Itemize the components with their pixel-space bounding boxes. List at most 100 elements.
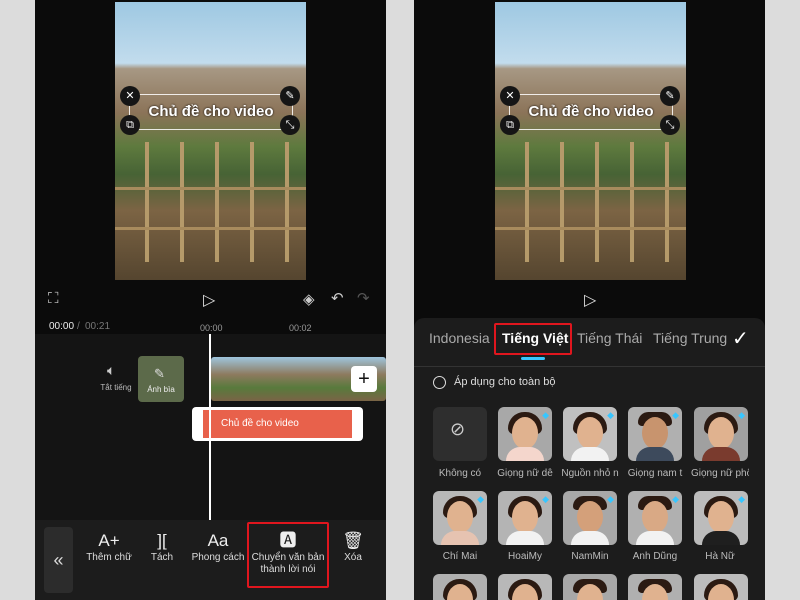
text-toolbar: « A+ Thêm chữ ][ Tách Aa Phong cách 🅰︎ C…	[35, 520, 386, 600]
voice-label: Giọng nữ phổ	[691, 468, 749, 479]
premium-gem-icon: ◆	[477, 494, 484, 504]
pencil-icon: ✎	[154, 366, 165, 381]
apply-all-radio[interactable]	[433, 376, 446, 389]
voice-label: Giọng nam t	[627, 468, 683, 479]
confirm-check-icon[interactable]: ✓	[732, 326, 749, 351]
voice-tile[interactable]	[433, 574, 487, 600]
voice-label: Chí Mai	[442, 551, 478, 562]
voice-tile[interactable]: ◆	[498, 407, 552, 461]
voice-tile[interactable]	[563, 574, 617, 600]
premium-gem-icon: ◆	[607, 494, 614, 504]
left-phone-screen: Chủ đề cho video ✕ ✎ ⧉ ⤡ ⛶ ▷ ◈ ↶ ↷ 00:00…	[35, 0, 386, 600]
no-voice-icon: ⊘	[450, 419, 466, 439]
edit-icon[interactable]: ✎	[280, 86, 300, 106]
text-clip-label: Chủ đề cho video	[203, 410, 352, 438]
video-preview[interactable]: Chủ đề cho video ✕ ✎ ⧉ ⤡	[495, 2, 686, 280]
text-clip[interactable]: Chủ đề cho video	[192, 407, 363, 441]
playhead[interactable]	[209, 334, 211, 520]
apply-all-label[interactable]: Áp dụng cho toàn bộ	[454, 376, 556, 388]
cover-label: Ảnh bìa	[147, 385, 175, 394]
style-icon: Aa	[207, 531, 229, 550]
video-preview[interactable]: Chủ đề cho video ✕ ✎ ⧉ ⤡	[115, 2, 306, 280]
video-title-overlay[interactable]: Chủ đề cho video	[510, 95, 672, 129]
text-overlay-box[interactable]: Chủ đề cho video	[129, 94, 293, 130]
total-time: 00:21	[85, 321, 111, 332]
voice-tile[interactable]: ◆	[628, 407, 682, 461]
voice-tile[interactable]: ◆	[694, 491, 748, 545]
fence-post	[560, 142, 564, 262]
close-icon[interactable]: ✕	[120, 86, 140, 106]
voice-label: Không có	[438, 468, 482, 479]
fullscreen-icon[interactable]: ⛶	[48, 290, 59, 307]
play-icon[interactable]: ▷	[584, 290, 596, 310]
split-icon: ][	[157, 531, 167, 550]
duplicate-icon[interactable]: ⧉	[120, 115, 140, 135]
premium-gem-icon: ◆	[672, 410, 679, 420]
voice-tile[interactable]	[628, 574, 682, 600]
fence-post	[250, 142, 254, 262]
text-to-speech-button[interactable]: 🅰︎ Chuyển văn bản thành lời nói	[249, 530, 327, 576]
delete-button[interactable]: 🗑︎ Xóa	[339, 530, 367, 564]
premium-gem-icon: ◆	[542, 410, 549, 420]
back-chevron-icon[interactable]: «	[44, 527, 73, 593]
tab-indonesia[interactable]: Indonesia	[429, 330, 490, 346]
voice-label: HoaiMy	[508, 551, 542, 562]
add-clip-button[interactable]: +	[351, 366, 377, 392]
tab-thai[interactable]: Tiếng Thái	[577, 330, 642, 346]
premium-gem-icon: ◆	[738, 494, 745, 504]
highlight-box	[494, 323, 572, 355]
divider	[414, 366, 765, 367]
fence-post	[285, 142, 289, 262]
redo-icon[interactable]: ↷	[357, 289, 370, 307]
text-to-speech-icon: 🅰︎	[279, 531, 297, 550]
premium-gem-icon: ◆	[607, 410, 614, 420]
premium-gem-icon: ◆	[738, 410, 745, 420]
fence-post	[145, 142, 149, 262]
voice-label: Nguồn nhỏ n	[561, 468, 619, 479]
ruler-mark: 00:00	[200, 323, 223, 333]
voice-label: Giọng nữ dễ	[497, 468, 553, 479]
text-overlay-box[interactable]: Chủ đề cho video	[509, 94, 673, 130]
voice-label: Hà Nữ	[705, 551, 735, 562]
voice-tile[interactable]: ◆	[563, 491, 617, 545]
voice-label: NamMin	[571, 551, 609, 562]
fence-rail	[495, 187, 686, 190]
resize-icon[interactable]: ⤡	[280, 115, 300, 135]
voice-tile-none[interactable]: ⊘	[433, 407, 487, 461]
voice-tile[interactable]	[498, 574, 552, 600]
voice-tile[interactable]: ◆	[694, 407, 748, 461]
voice-label: Anh Dũng	[632, 551, 678, 562]
ruler-mark: 00:02	[289, 323, 312, 333]
add-text-icon: A+	[98, 531, 120, 550]
fence-post	[215, 142, 219, 262]
video-title-overlay[interactable]: Chủ đề cho video	[130, 95, 292, 129]
close-icon[interactable]: ✕	[500, 86, 520, 106]
undo-icon[interactable]: ↶	[331, 289, 344, 307]
add-text-button[interactable]: A+ Thêm chữ	[83, 530, 135, 564]
cover-button[interactable]: ✎ Ảnh bìa	[138, 356, 184, 402]
fence-post	[665, 142, 669, 262]
fence-post	[180, 142, 184, 262]
voice-tile[interactable]	[694, 574, 748, 600]
speaker-icon[interactable]: 🔈︎	[107, 362, 115, 379]
split-button[interactable]: ][ Tách	[143, 530, 181, 564]
voice-tile[interactable]: ◆	[498, 491, 552, 545]
keyframe-icon[interactable]: ◈	[303, 290, 315, 308]
tab-chinese[interactable]: Tiếng Trung	[653, 330, 727, 346]
voice-tile[interactable]: ◆	[563, 407, 617, 461]
fence-post	[595, 142, 599, 262]
active-tab-indicator	[521, 357, 545, 360]
play-icon[interactable]: ▷	[203, 290, 215, 310]
resize-icon[interactable]: ⤡	[660, 115, 680, 135]
time-separator: /	[77, 321, 80, 332]
duplicate-icon[interactable]: ⧉	[500, 115, 520, 135]
trash-icon: 🗑︎	[342, 531, 364, 550]
edit-icon[interactable]: ✎	[660, 86, 680, 106]
style-button[interactable]: Aa Phong cách	[187, 530, 249, 564]
voice-tile[interactable]: ◆	[628, 491, 682, 545]
premium-gem-icon: ◆	[672, 494, 679, 504]
voice-tile[interactable]: ◆	[433, 491, 487, 545]
fence-rail	[115, 187, 306, 190]
premium-gem-icon: ◆	[542, 494, 549, 504]
current-time: 00:00	[49, 321, 75, 332]
